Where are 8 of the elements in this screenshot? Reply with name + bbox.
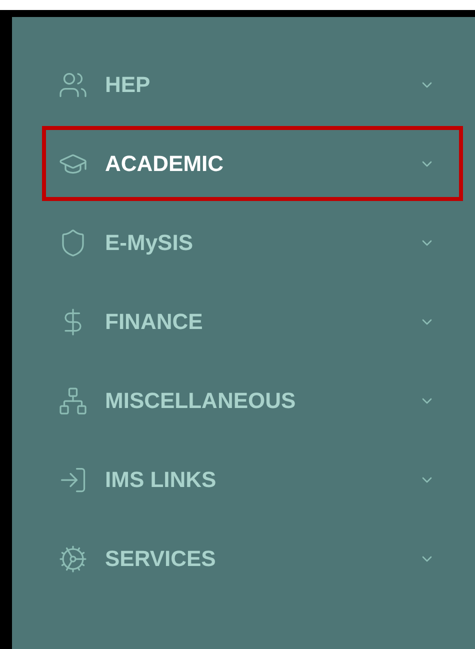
hierarchy-icon (58, 386, 88, 416)
highlighted-sidebar-item[interactable]: ACADEMIC (42, 126, 463, 201)
sidebar-item[interactable]: E-MySIS (42, 205, 463, 280)
sidebar-item[interactable]: FINANCE (42, 284, 463, 359)
sidebar-item[interactable]: IMS LINKS (42, 442, 463, 517)
sidebar-item[interactable]: MISCELLANEOUS (42, 363, 463, 438)
sidebar-item[interactable]: SERVICES (42, 521, 463, 596)
sidebar-item[interactable]: HEP (42, 47, 463, 122)
